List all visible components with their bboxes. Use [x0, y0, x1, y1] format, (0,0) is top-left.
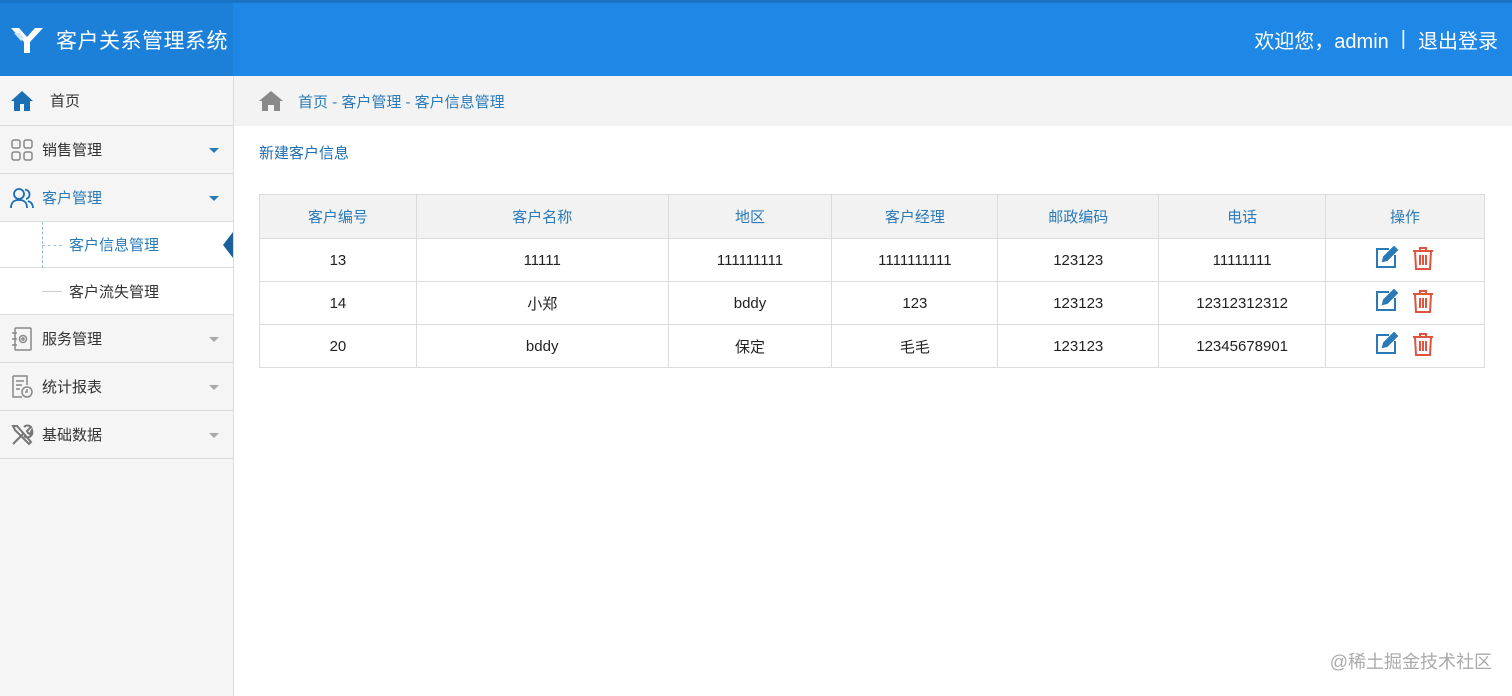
cell-phone: 12312312312 [1158, 281, 1327, 325]
sidebar-item-label: 销售管理 [42, 142, 103, 159]
cell-manager: 毛毛 [831, 324, 999, 368]
sidebar-item-label: 首页 [50, 93, 81, 110]
column-header: 客户名称 [415, 194, 669, 239]
column-header: 邮政编码 [997, 194, 1160, 239]
sidebar-item-home[interactable]: 首页 [0, 76, 233, 126]
cell-region: 111111111 [667, 238, 833, 282]
customer-table: 客户编号 客户名称 地区 客户经理 邮政编码 电话 操作 13 11111 11… [259, 194, 1485, 368]
header-separator: | [1400, 28, 1406, 50]
cell-phone: 11111111 [1158, 238, 1327, 282]
delete-icon[interactable] [1412, 332, 1436, 356]
sidebar: 首页 销售管理 客户管理 客户信息管理 客户流失管理 服务管理 统计报表 基础数… [0, 76, 234, 696]
home-icon [10, 89, 34, 113]
column-header: 操作 [1325, 194, 1485, 239]
app-title: 客户关系管理系统 [56, 29, 228, 53]
column-header: 地区 [667, 194, 833, 239]
brand: 客户关系管理系统 [0, 3, 233, 76]
delete-icon[interactable] [1412, 246, 1436, 270]
cell-actions [1325, 238, 1485, 282]
edit-icon[interactable] [1374, 246, 1399, 270]
cell-name: bddy [415, 324, 669, 368]
home-icon [259, 91, 283, 111]
edit-icon[interactable] [1374, 289, 1399, 313]
breadcrumb[interactable]: 首页 - 客户管理 - 客户信息管理 [298, 91, 505, 112]
sidebar-item-label: 服务管理 [42, 331, 103, 348]
cell-actions [1325, 324, 1485, 368]
tools-icon [10, 423, 34, 447]
logout-link[interactable]: 退出登录 [1418, 25, 1498, 54]
cell-id: 14 [259, 281, 417, 325]
column-header: 客户编号 [259, 194, 417, 239]
sidebar-item-reports[interactable]: 统计报表 [0, 363, 233, 411]
chevron-down-icon [209, 195, 219, 201]
cell-name: 小郑 [415, 281, 669, 325]
cell-postcode: 123123 [997, 238, 1160, 282]
submenu-item-customer-churn[interactable]: 客户流失管理 [0, 268, 233, 314]
breadcrumb-bar: 首页 - 客户管理 - 客户信息管理 [234, 76, 1512, 126]
customers-submenu: 客户信息管理 客户流失管理 [0, 222, 233, 315]
column-header: 客户经理 [831, 194, 999, 239]
service-icon [10, 326, 34, 351]
sidebar-item-customers[interactable]: 客户管理 [0, 174, 233, 222]
tree-branch [42, 245, 62, 246]
chevron-down-icon [209, 384, 219, 390]
grid-icon [10, 138, 34, 162]
sidebar-item-label: 基础数据 [42, 427, 103, 444]
cell-postcode: 123123 [997, 324, 1160, 368]
submenu-item-label: 客户流失管理 [69, 283, 160, 301]
column-header: 电话 [1158, 194, 1327, 239]
report-icon [10, 374, 34, 399]
cell-phone: 12345678901 [1158, 324, 1327, 368]
table-row: 20 bddy 保定 毛毛 123123 12345678901 [259, 324, 1485, 368]
sidebar-item-base-data[interactable]: 基础数据 [0, 411, 233, 459]
watermark: @稀土掘金技术社区 [1329, 652, 1492, 672]
chevron-down-icon [209, 432, 219, 438]
sidebar-item-label: 客户管理 [42, 190, 103, 207]
table-row: 13 11111 111111111 1111111111 123123 111… [259, 238, 1485, 282]
cell-id: 13 [259, 238, 417, 282]
table-row: 14 小郑 bddy 123 123123 12312312312 [259, 281, 1485, 325]
new-customer-link[interactable]: 新建客户信息 [259, 142, 349, 163]
cell-region: bddy [667, 281, 833, 325]
cell-actions [1325, 281, 1485, 325]
user-area: 欢迎您，admin | 退出登录 [1254, 3, 1498, 76]
edit-icon[interactable] [1374, 332, 1399, 356]
submenu-item-label: 客户信息管理 [69, 237, 160, 254]
cell-manager: 1111111111 [831, 238, 999, 282]
app-logo-icon [11, 27, 43, 53]
delete-icon[interactable] [1412, 289, 1436, 313]
cell-name: 11111 [415, 238, 669, 282]
sidebar-item-service[interactable]: 服务管理 [0, 315, 233, 363]
top-header: 客户关系管理系统 欢迎您，admin | 退出登录 [0, 0, 1512, 76]
cell-manager: 123 [831, 281, 999, 325]
users-icon [10, 186, 34, 210]
cell-region: 保定 [667, 324, 833, 368]
chevron-down-icon [209, 336, 219, 342]
welcome-text: 欢迎您，admin [1254, 31, 1389, 53]
cell-postcode: 123123 [997, 281, 1160, 325]
active-pointer-icon [223, 232, 233, 258]
sidebar-item-sales[interactable]: 销售管理 [0, 126, 233, 174]
sidebar-item-label: 统计报表 [42, 379, 103, 396]
table-header-row: 客户编号 客户名称 地区 客户经理 邮政编码 电话 操作 [259, 194, 1485, 239]
cell-id: 20 [259, 324, 417, 368]
tree-branch [42, 291, 62, 292]
submenu-item-customer-info[interactable]: 客户信息管理 [0, 222, 233, 268]
chevron-down-icon [209, 147, 219, 153]
